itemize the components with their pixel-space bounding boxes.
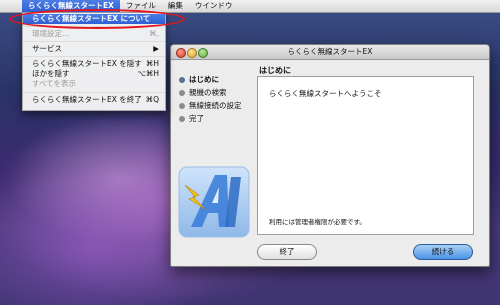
step-item-done: 完了 <box>179 112 242 125</box>
admin-note: 利用には管理者権限が必要です。 <box>269 218 366 226</box>
step-label: はじめに <box>189 75 219 84</box>
menu-item-show-all: すべてを表示 <box>23 79 165 89</box>
menu-separator <box>23 26 165 27</box>
step-label: 親機の検索 <box>189 88 227 97</box>
step-label: 完了 <box>189 114 204 123</box>
minimize-icon[interactable] <box>187 48 197 58</box>
installer-window: らくらく無線スタートEX はじめに 親機の検索 無線接続の設定 完了 はじめに … <box>170 44 490 267</box>
step-bullet-icon <box>179 76 185 83</box>
shortcut-label: ⌘Q <box>145 95 159 104</box>
menu-item-label: サービス <box>32 44 62 53</box>
window-title-bar[interactable]: らくらく無線スタートEX <box>171 45 489 60</box>
app-logo-icon <box>178 166 250 238</box>
menu-item-label: ほかを隠す <box>32 69 70 78</box>
welcome-text: らくらく無線スタートへようこそ <box>269 89 382 98</box>
zoom-icon[interactable] <box>198 48 208 58</box>
close-icon[interactable] <box>176 48 186 58</box>
menu-item-label: らくらく無線スタートEX を隠す <box>32 59 142 68</box>
step-label: 無線接続の設定 <box>189 101 242 110</box>
menu-separator <box>23 41 165 42</box>
menu-bar: らくらく無線スタートEX ファイル 編集 ウインドウ <box>0 0 500 13</box>
menu-item-quit[interactable]: らくらく無線スタートEX を終了 ⌘Q <box>23 95 165 105</box>
step-bullet-icon <box>179 89 185 96</box>
submenu-arrow-icon: ▶ <box>153 44 159 53</box>
menu-edit[interactable]: 編集 <box>162 0 189 12</box>
continue-button[interactable]: 続ける <box>413 244 473 260</box>
app-menu-dropdown: らくらく無線スタートEX について 環境設定... ⌘, サービス ▶ らくらく… <box>22 12 166 111</box>
menu-window[interactable]: ウインドウ <box>189 0 239 12</box>
menu-item-services[interactable]: サービス ▶ <box>23 44 165 54</box>
shortcut-label: ⌘, <box>149 29 159 38</box>
quit-button[interactable]: 終了 <box>257 244 317 260</box>
page-heading: はじめに <box>259 66 291 75</box>
shortcut-label: ⌥⌘H <box>137 69 159 78</box>
menu-item-hide-others[interactable]: ほかを隠す ⌥⌘H <box>23 69 165 79</box>
window-title: らくらく無線スタートEX <box>287 47 373 56</box>
content-panel: らくらく無線スタートへようこそ 利用には管理者権限が必要です。 <box>257 76 474 235</box>
menu-item-preferences: 環境設定... ⌘, <box>23 29 165 39</box>
step-bullet-icon <box>179 115 185 122</box>
step-item-search: 親機の検索 <box>179 86 242 99</box>
step-item-wireless: 無線接続の設定 <box>179 99 242 112</box>
menu-item-label: らくらく無線スタートEX を終了 <box>32 95 142 104</box>
step-bullet-icon <box>179 102 185 109</box>
menu-separator <box>23 56 165 57</box>
menu-app[interactable]: らくらく無線スタートEX <box>22 0 120 12</box>
menu-item-about-label: らくらく無線スタートEX について <box>32 14 151 23</box>
menu-separator <box>23 92 165 93</box>
shortcut-label: ⌘H <box>145 59 159 68</box>
menu-item-hide[interactable]: らくらく無線スタートEX を隠す ⌘H <box>23 59 165 69</box>
menu-item-about[interactable]: らくらく無線スタートEX について <box>23 14 165 24</box>
step-list: はじめに 親機の検索 無線接続の設定 完了 <box>179 73 242 125</box>
menu-item-label: 環境設定... <box>32 29 70 38</box>
menu-item-label: すべてを表示 <box>32 79 77 88</box>
step-item-intro: はじめに <box>179 73 242 86</box>
menu-file[interactable]: ファイル <box>120 0 162 12</box>
